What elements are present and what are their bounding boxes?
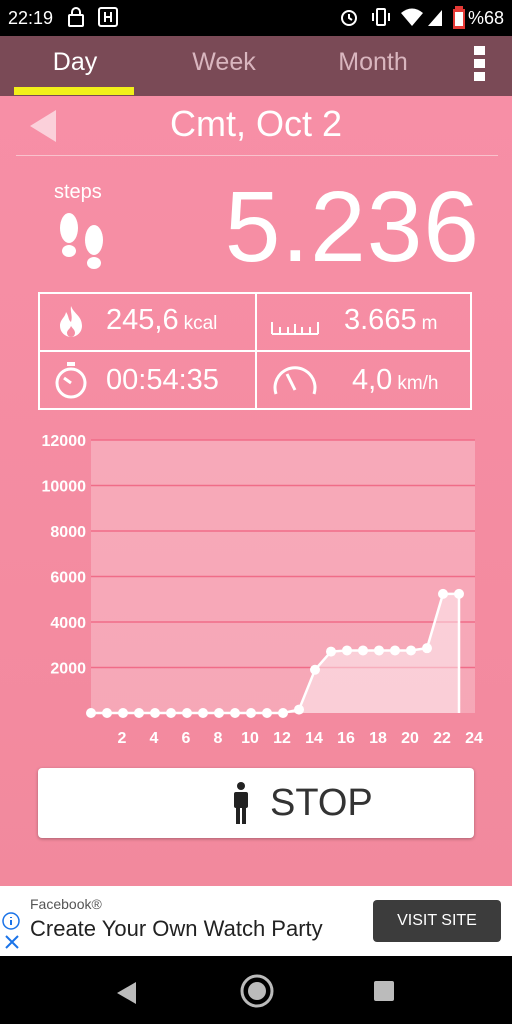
calories-unit: kcal: [183, 313, 218, 334]
y-tick-label: 8000: [50, 524, 86, 541]
distance-stat: 3.665 m: [344, 304, 437, 337]
steps-label: steps: [54, 181, 102, 203]
visit-site-button[interactable]: VISIT SITE: [373, 900, 501, 942]
ruler-icon: [271, 322, 319, 335]
status-bar: 22:19 %68: [0, 0, 512, 36]
x-tick-label: 24: [465, 730, 483, 747]
overflow-menu-icon[interactable]: [470, 44, 490, 84]
ad-brand: Facebook®: [30, 896, 102, 912]
speedometer-icon: [273, 366, 317, 395]
data-point: [454, 588, 464, 599]
y-tick-label: 12000: [42, 433, 87, 450]
duration-stat: 00:54:35: [106, 364, 219, 397]
flame-icon: [60, 306, 82, 337]
footprints-icon: [60, 213, 103, 269]
data-point: [134, 708, 144, 718]
x-tick-label: 22: [433, 730, 451, 747]
y-tick-label: 10000: [42, 479, 87, 496]
data-point: [310, 664, 320, 675]
x-tick-label: 4: [150, 730, 159, 747]
date-title: Cmt, Oct 2: [169, 103, 343, 144]
data-point: [374, 645, 384, 656]
signal-icon: [428, 10, 442, 26]
y-tick-label: 6000: [50, 570, 86, 587]
vibrate-app-icon: [98, 7, 118, 27]
lock-icon: [68, 7, 84, 27]
data-point: [166, 708, 176, 718]
alarm-icon: [341, 10, 357, 26]
active-tab-indicator: [14, 87, 134, 95]
speed-stat: 4,0 km/h: [352, 364, 439, 397]
data-point: [438, 588, 448, 599]
data-point: [422, 643, 432, 654]
close-ad-icon[interactable]: [4, 934, 20, 950]
info-icon[interactable]: [2, 912, 20, 930]
data-point: [150, 708, 160, 718]
battery-icon: [453, 6, 465, 29]
data-point: [198, 708, 208, 718]
ad-headline[interactable]: Create Your Own Watch Party: [30, 916, 323, 942]
stats-grid: 245,6 kcal 3.665 m 00:54:35 4,0 km/h: [38, 292, 472, 410]
duration-value: 00:54:35: [106, 364, 219, 396]
data-point: [358, 645, 368, 656]
x-tick-label: 20: [401, 730, 419, 747]
x-tick-label: 6: [182, 730, 191, 747]
data-point: [278, 708, 288, 718]
tab-week[interactable]: Week: [149, 36, 299, 96]
navigation-bar: [0, 956, 512, 1024]
stop-label: STOP: [270, 782, 373, 824]
steps-count: 5.236: [224, 171, 480, 283]
x-tick-label: 10: [241, 730, 259, 747]
x-tick-label: 16: [337, 730, 355, 747]
data-point: [326, 646, 336, 657]
stopwatch-icon: [55, 362, 87, 399]
ad-banner[interactable]: Facebook® Create Your Own Watch Party VI…: [0, 886, 512, 956]
person-icon: [234, 782, 248, 824]
data-point: [214, 708, 224, 718]
distance-value: 3.665: [344, 304, 417, 336]
data-point: [118, 708, 128, 718]
data-point: [390, 645, 400, 656]
data-point: [294, 704, 304, 715]
x-tick-label: 8: [214, 730, 223, 747]
calories-stat: 245,6 kcal: [106, 304, 217, 337]
speed-value: 4,0: [352, 364, 393, 396]
calories-value: 245,6: [106, 304, 179, 336]
wifi-icon: [401, 8, 423, 26]
tab-month[interactable]: Month: [298, 36, 448, 96]
nav-home-icon[interactable]: [238, 972, 276, 1010]
clock: 22:19: [8, 8, 54, 28]
nav-back-icon[interactable]: [114, 980, 138, 1006]
x-tick-label: 18: [369, 730, 387, 747]
data-point: [86, 708, 96, 718]
data-point: [230, 708, 240, 718]
data-point: [262, 708, 272, 718]
x-tick-label: 12: [273, 730, 291, 747]
vibrate-icon: [372, 8, 390, 26]
grid-divider-horizontal: [40, 350, 470, 352]
data-point: [342, 645, 352, 656]
x-tick-label: 14: [305, 730, 323, 747]
stop-button[interactable]: STOP: [38, 768, 474, 838]
divider: [16, 155, 498, 156]
x-tick-label: 2: [118, 730, 127, 747]
distance-unit: m: [421, 313, 438, 334]
data-point: [406, 645, 416, 656]
y-tick-label: 2000: [50, 661, 86, 678]
data-point: [246, 708, 256, 718]
steps-chart: 200040006000800010000120002 4 6 8 10 12 14 16 18…: [42, 433, 484, 747]
y-tick-label: 4000: [50, 615, 86, 632]
speed-unit: km/h: [397, 373, 439, 394]
nav-recents-icon[interactable]: [373, 980, 395, 1002]
data-point: [102, 708, 112, 718]
data-point: [182, 708, 192, 718]
battery-percent: %68: [467, 8, 504, 28]
